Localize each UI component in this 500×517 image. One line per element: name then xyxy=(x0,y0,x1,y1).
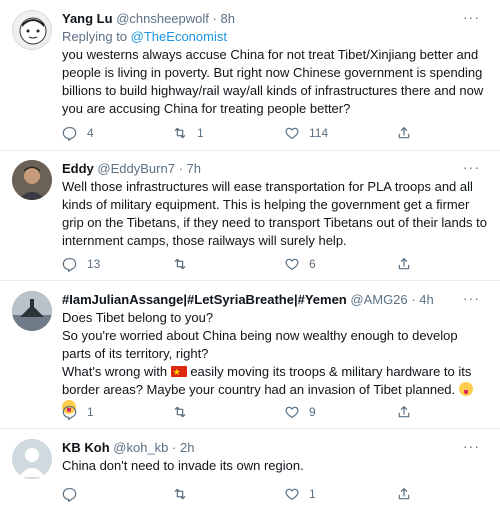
reply-icon xyxy=(62,258,77,272)
tweet-line: So you're worried about China being now … xyxy=(62,328,458,361)
like-button[interactable]: 6 xyxy=(284,255,316,273)
tweet-header: Yang Lu @chnsheepwolf · 8h xyxy=(62,10,490,28)
reply-count: 4 xyxy=(87,126,94,140)
share-icon xyxy=(398,127,410,139)
retweet-count: 1 xyxy=(197,126,204,140)
more-icon[interactable]: ··· xyxy=(463,291,480,305)
retweet-icon xyxy=(174,258,186,270)
reply-count: 1 xyxy=(87,405,94,419)
reply-icon xyxy=(62,406,77,420)
user-handle[interactable]: @koh_kb xyxy=(113,440,168,455)
separator: · xyxy=(212,11,217,26)
retweet-button[interactable]: 1 xyxy=(172,124,204,142)
tweet[interactable]: Yang Lu @chnsheepwolf · 8h ··· Replying … xyxy=(0,0,500,150)
like-count: 114 xyxy=(309,126,329,140)
share-icon xyxy=(398,406,410,418)
tweet-text: Well those infrastructures will ease tra… xyxy=(62,179,487,248)
more-icon[interactable]: ··· xyxy=(463,160,480,174)
share-icon xyxy=(398,258,410,270)
avatar-cartoon-icon xyxy=(19,17,47,45)
like-count: 9 xyxy=(309,405,316,419)
tweet-text: Does Tibet belong to you? So you're worr… xyxy=(62,309,490,417)
retweet-button[interactable] xyxy=(172,255,188,273)
tweet-actions: 1 9 xyxy=(62,403,442,421)
replying-prefix: Replying to xyxy=(62,29,128,44)
tweet[interactable]: #IamJulianAssange|#LetSyriaBreathe|#Yeme… xyxy=(0,281,500,428)
tweet-actions: 4 1 114 xyxy=(62,124,442,142)
reply-count: 13 xyxy=(87,257,101,271)
separator: · xyxy=(411,292,416,307)
timestamp[interactable]: 7h xyxy=(187,161,201,176)
reply-button[interactable] xyxy=(62,485,78,503)
separator: · xyxy=(178,161,183,176)
like-icon xyxy=(285,258,299,270)
display-name[interactable]: Yang Lu xyxy=(62,11,113,26)
mention-link[interactable]: @TheEconomist xyxy=(131,29,227,44)
like-icon xyxy=(285,127,299,139)
tweet-line-start: What's wrong with xyxy=(62,364,168,379)
display-name[interactable]: KB Koh xyxy=(62,440,110,455)
timestamp[interactable]: 8h xyxy=(220,11,234,26)
tweet-header: KB Koh @koh_kb · 2h xyxy=(62,439,490,457)
reply-button[interactable]: 4 xyxy=(62,124,94,142)
like-button[interactable]: 114 xyxy=(284,124,328,142)
retweet-icon xyxy=(174,488,186,500)
tweet-header: #IamJulianAssange|#LetSyriaBreathe|#Yeme… xyxy=(62,291,490,309)
reply-icon xyxy=(62,488,77,502)
share-button[interactable] xyxy=(396,255,412,273)
tweet-text: you westerns always accuse China for not… xyxy=(62,47,484,116)
like-icon xyxy=(285,406,299,418)
more-icon[interactable]: ··· xyxy=(463,10,480,24)
share-button[interactable] xyxy=(396,124,412,142)
avatar-photo-icon xyxy=(12,160,52,200)
reply-button[interactable]: 13 xyxy=(62,255,100,273)
avatar[interactable] xyxy=(12,439,52,479)
china-flag-emoji xyxy=(170,363,187,381)
share-button[interactable] xyxy=(396,403,412,421)
retweet-button[interactable] xyxy=(172,403,188,421)
share-icon xyxy=(398,488,410,500)
like-button[interactable]: 1 xyxy=(284,485,316,503)
tweet[interactable]: Eddy @EddyBurn7 · 7h ··· Well those infr… xyxy=(0,151,500,280)
like-count: 1 xyxy=(309,487,316,501)
tweet[interactable]: KB Koh @koh_kb · 2h ··· China don't need… xyxy=(0,429,500,517)
display-name[interactable]: #IamJulianAssange|#LetSyriaBreathe|#Yeme… xyxy=(62,292,347,307)
tweet-header: Eddy @EddyBurn7 · 7h xyxy=(62,160,490,178)
avatar[interactable] xyxy=(12,10,52,50)
separator: · xyxy=(172,440,177,455)
retweet-button[interactable] xyxy=(172,485,188,503)
user-handle[interactable]: @AMG26 xyxy=(350,292,407,307)
avatar[interactable] xyxy=(12,291,52,331)
timestamp[interactable]: 2h xyxy=(180,440,194,455)
like-icon xyxy=(285,488,299,500)
user-handle[interactable]: @chnsheepwolf xyxy=(116,11,209,26)
like-count: 6 xyxy=(309,257,316,271)
display-name[interactable]: Eddy xyxy=(62,161,94,176)
reply-icon xyxy=(62,127,77,141)
tweet-actions: 1 xyxy=(62,485,442,503)
tweet-text: China don't need to invade its own regio… xyxy=(62,458,304,473)
like-button[interactable]: 9 xyxy=(284,403,316,421)
more-icon[interactable]: ··· xyxy=(463,439,480,453)
avatar[interactable] xyxy=(12,160,52,200)
default-avatar-icon xyxy=(12,439,52,479)
tweet-actions: 13 6 xyxy=(62,255,442,273)
tweet-line: Does Tibet belong to you? xyxy=(62,310,214,325)
share-button[interactable] xyxy=(396,485,412,503)
user-handle[interactable]: @EddyBurn7 xyxy=(97,161,175,176)
reply-button[interactable]: 1 xyxy=(62,403,94,421)
retweet-icon xyxy=(174,406,186,418)
replying-to: Replying to @TheEconomist xyxy=(62,28,490,46)
tongue-emoji xyxy=(458,382,473,396)
avatar-photo-icon xyxy=(12,291,52,331)
timestamp[interactable]: 4h xyxy=(419,292,433,307)
retweet-icon xyxy=(174,127,186,139)
